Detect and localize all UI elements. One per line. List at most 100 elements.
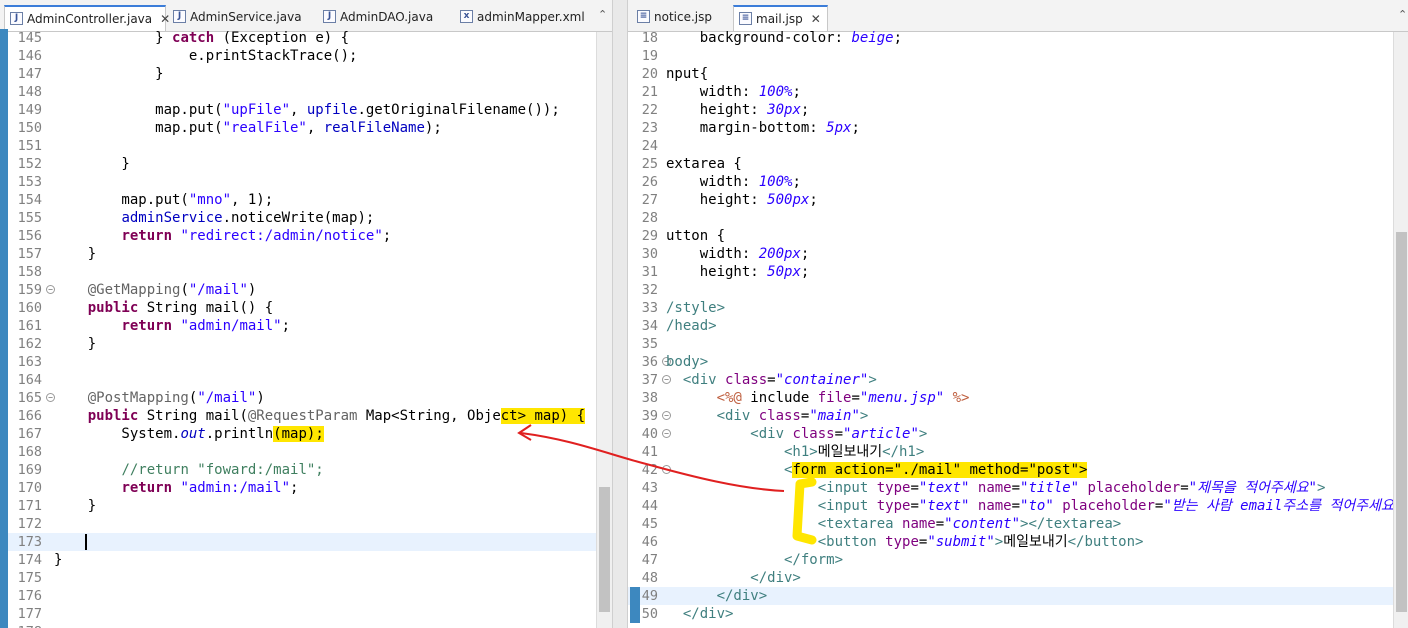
code-line[interactable]: 158 [0, 263, 612, 281]
editor-tab[interactable]: J AdminDAO.java [318, 5, 453, 31]
code-line[interactable]: 166 public String mail(@RequestParam Map… [0, 407, 612, 425]
line-number: 176 [17, 588, 42, 604]
code-line[interactable]: 32 [628, 281, 1408, 299]
right-vertical-scrollbar[interactable] [1393, 32, 1408, 628]
code-line[interactable]: 172 [0, 515, 612, 533]
code-line[interactable]: 176 [0, 587, 612, 605]
code-line[interactable]: 26 width: 100%; [628, 173, 1408, 191]
code-line[interactable]: 160 public String mail() { [0, 299, 612, 317]
editor-split-divider[interactable] [612, 0, 628, 628]
code-token: height: [666, 192, 768, 208]
left-vertical-scrollbar[interactable] [596, 32, 612, 628]
code-line[interactable]: 145 } catch (Exception e) { [0, 29, 612, 47]
code-token: extarea { [666, 156, 742, 172]
code-line[interactable]: 177 [0, 605, 612, 623]
code-line[interactable]: 25 extarea { [628, 155, 1408, 173]
code-line[interactable]: 33/style> [628, 299, 1408, 317]
close-tab-icon[interactable]: ✕ [811, 7, 821, 31]
code-line[interactable]: 169 //return "foward:/mail"; [0, 461, 612, 479]
code-line[interactable]: 47 </form> [628, 551, 1408, 569]
code-line[interactable]: 39− <div class="main"> [628, 407, 1408, 425]
editor-tab[interactable]: J AdminService.java [168, 5, 318, 31]
code-line[interactable]: 157 } [0, 245, 612, 263]
code-line[interactable]: 28 [628, 209, 1408, 227]
code-line[interactable]: 21 width: 100%; [628, 83, 1408, 101]
editor-tab[interactable]: J AdminController.java ✕ [4, 5, 170, 31]
code-line[interactable]: 159− @GetMapping("/mail") [0, 281, 612, 299]
code-line[interactable]: 174} [0, 551, 612, 569]
code-line[interactable]: 35 [628, 335, 1408, 353]
code-line[interactable]: 49 </div> [628, 587, 1408, 605]
code-line[interactable]: 42− <form action="./mail" method="post"> [628, 461, 1408, 479]
code-line[interactable]: 178 [0, 623, 612, 628]
code-line[interactable]: 24 [628, 137, 1408, 155]
code-line[interactable]: 37− <div class="container"> [628, 371, 1408, 389]
code-line[interactable]: 161 return "admin/mail"; [0, 317, 612, 335]
code-line[interactable]: 167 System.out.println(map); [0, 425, 612, 443]
code-token: ( [180, 282, 189, 298]
code-line[interactable]: 50 </div> [628, 605, 1408, 623]
code-line[interactable]: 18 background-color: beige; [628, 29, 1408, 47]
code-line[interactable]: 22 height: 30px; [628, 101, 1408, 119]
quick-diff-marker [0, 551, 8, 569]
code-line[interactable]: 48 </div> [628, 569, 1408, 587]
scroll-up-icon[interactable]: ⌃ [1398, 8, 1407, 21]
code-token: "redirect:/admin/notice" [180, 228, 383, 244]
code-token: = [910, 498, 919, 514]
code-line[interactable]: 20 nput{ [628, 65, 1408, 83]
code-line[interactable]: 45 <textarea name="content"></textarea> [628, 515, 1408, 533]
editor-tab[interactable]: ≡ mail.jsp ✕ [733, 5, 828, 31]
code-line[interactable]: 44 <input type="text" name="to" placehol… [628, 497, 1408, 515]
code-line[interactable]: 165− @PostMapping("/mail") [0, 389, 612, 407]
code-line[interactable]: 152 } [0, 155, 612, 173]
mail-jsp-code-editor[interactable]: 18 background-color: beige; 19 20 nput{21 w… [628, 29, 1408, 628]
code-line[interactable]: 163 [0, 353, 612, 371]
code-line[interactable]: 19 [628, 47, 1408, 65]
editor-tab[interactable]: ≡ notice.jsp [632, 5, 732, 31]
code-token: ; [800, 264, 810, 280]
code-line[interactable]: 36− body> [628, 353, 1408, 371]
code-token: "realFile" [222, 120, 307, 136]
scroll-up-icon[interactable]: ⌃ [598, 8, 607, 21]
code-token: > [859, 408, 869, 424]
code-line[interactable]: 41 <h1>메일보내기</h1> [628, 443, 1408, 461]
code-line[interactable]: 156 return "redirect:/admin/notice"; [0, 227, 612, 245]
code-line[interactable]: 175 [0, 569, 612, 587]
code-token: <input [666, 498, 877, 514]
code-line[interactable]: 27 height: 500px; [628, 191, 1408, 209]
line-number: 26 [641, 174, 658, 190]
code-line[interactable]: 30 width: 200px; [628, 245, 1408, 263]
code-line[interactable]: 151 [0, 137, 612, 155]
code-line[interactable]: 149 map.put("upFile", upfile.getOriginal… [0, 101, 612, 119]
code-line[interactable]: 150 map.put("realFile", realFileName); [0, 119, 612, 137]
code-token: margin-bottom: [666, 120, 827, 136]
code-line[interactable]: 155 adminService.noticeWrite(map); [0, 209, 612, 227]
code-line[interactable]: 147 } [0, 65, 612, 83]
editor-tab[interactable]: x adminMapper.xml [455, 5, 595, 31]
code-line[interactable]: 38 <%@ include file="menu.jsp" %> [628, 389, 1408, 407]
code-line[interactable]: 153 [0, 173, 612, 191]
java-editor-pane[interactable]: J AdminController.java ✕ J AdminService.java… [0, 0, 612, 628]
code-line[interactable]: 162 } [0, 335, 612, 353]
line-number: 151 [17, 138, 42, 154]
code-line[interactable]: 23 margin-bottom: 5px; [628, 119, 1408, 137]
jsp-editor-pane[interactable]: ≡ notice.jsp ≡ mail.jsp ✕ ⌃ 18 background-col… [628, 0, 1408, 628]
code-line[interactable]: 43 <input type="text" name="title" place… [628, 479, 1408, 497]
code-line[interactable]: 146 e.printStackTrace(); [0, 47, 612, 65]
code-line[interactable]: 168 [0, 443, 612, 461]
code-line[interactable]: 29 utton { [628, 227, 1408, 245]
left-scroll-thumb[interactable] [599, 487, 610, 612]
code-token: return [121, 480, 173, 496]
admin-controller-code-editor[interactable]: 145 } catch (Exception e) {146 e.printSt… [0, 29, 612, 628]
code-line[interactable]: 34/head> [628, 317, 1408, 335]
code-line[interactable]: 40− <div class="article"> [628, 425, 1408, 443]
code-line[interactable]: 148 [0, 83, 612, 101]
code-line[interactable]: 164 [0, 371, 612, 389]
code-line[interactable]: 170 return "admin:/mail"; [0, 479, 612, 497]
code-line[interactable]: 173 [0, 533, 612, 551]
code-line[interactable]: 171 } [0, 497, 612, 515]
code-line[interactable]: 46 <button type="submit">메일보내기</button> [628, 533, 1408, 551]
code-line[interactable]: 31 height: 50px; [628, 263, 1408, 281]
code-line[interactable]: 154 map.put("mno", 1); [0, 191, 612, 209]
right-scroll-thumb[interactable] [1396, 232, 1407, 612]
